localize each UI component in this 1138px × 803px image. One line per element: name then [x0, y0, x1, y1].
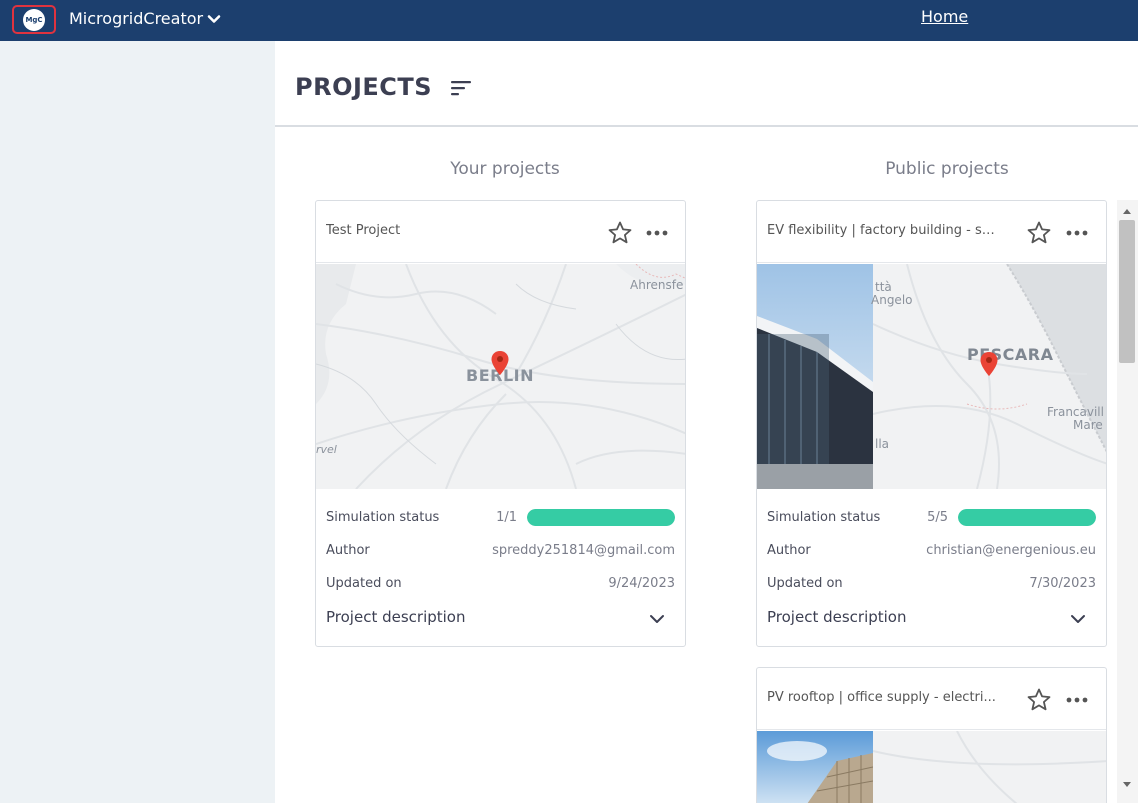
building-photo: [757, 264, 873, 489]
star-outline-icon[interactable]: [1026, 220, 1052, 246]
home-link[interactable]: Home: [921, 7, 968, 26]
project-card-public-2[interactable]: PV rooftop | office supply - electri...: [756, 667, 1107, 803]
app-logo[interactable]: MgC: [12, 5, 56, 34]
map-label-top1: ttà: [875, 280, 892, 294]
card-header: Test Project: [316, 201, 685, 263]
scroll-down-arrow-icon[interactable]: [1122, 781, 1132, 789]
sort-lines-icon[interactable]: [449, 78, 473, 98]
chevron-down-icon[interactable]: [648, 610, 666, 628]
updated-on-label: Updated on: [326, 576, 402, 591]
map-pin-icon: [980, 352, 998, 376]
map-pin-icon: [491, 351, 509, 375]
updated-on-label: Updated on: [767, 576, 843, 591]
star-outline-icon[interactable]: [607, 220, 633, 246]
scrollbar-thumb[interactable]: [1119, 220, 1135, 363]
card-title: Test Project: [326, 223, 401, 238]
card-title: PV rooftop | office supply - electri...: [767, 690, 996, 705]
card-header: EV flexibility | factory building - su..…: [757, 201, 1106, 263]
project-map: BERLIN Ahrensfe rvel: [316, 264, 685, 489]
map-label-right2: Mare: [1073, 418, 1103, 432]
simulation-count: 1/1: [496, 510, 517, 525]
updated-on-value: 9/24/2023: [608, 576, 675, 591]
author-value: christian@energenious.eu: [926, 543, 1096, 558]
card-title: EV flexibility | factory building - su..…: [767, 223, 1002, 238]
scroll-up-arrow-icon[interactable]: [1122, 207, 1132, 215]
more-horizontal-icon[interactable]: [1065, 690, 1089, 710]
map-label-bottom: lla: [875, 437, 890, 451]
star-outline-icon[interactable]: [1026, 687, 1052, 713]
building-photo: [757, 731, 873, 803]
your-projects-heading: Your projects: [450, 159, 560, 179]
simulation-count: 5/5: [927, 510, 948, 525]
project-image-and-map: [757, 731, 1106, 803]
author-value: spreddy251814@gmail.com: [492, 543, 675, 558]
scrollbar[interactable]: [1117, 200, 1138, 803]
top-navbar: MgC MicrogridCreator Home: [0, 0, 1138, 41]
map-label-west: rvel: [316, 443, 337, 456]
simulation-progress-fill: [527, 509, 675, 526]
author-label: Author: [326, 543, 370, 558]
project-image-and-map: PESCARA ttà Angelo Francavill Mare lla: [757, 264, 1106, 489]
project-card-your[interactable]: Test Project BERLIN Ahrensfe rvel Simula…: [315, 200, 686, 647]
author-label: Author: [767, 543, 811, 558]
project-description-toggle[interactable]: Project description: [767, 608, 907, 626]
project-card-public-1[interactable]: EV flexibility | factory building - su..…: [756, 200, 1107, 647]
simulation-status-label: Simulation status: [767, 510, 881, 525]
map-label-top2: Angelo: [871, 293, 913, 307]
updated-on-value: 7/30/2023: [1029, 576, 1096, 591]
simulation-progress-bar: [527, 509, 675, 526]
more-horizontal-icon[interactable]: [645, 223, 669, 243]
project-description-toggle[interactable]: Project description: [326, 608, 466, 626]
page-header: PROJECTS: [275, 45, 1138, 127]
simulation-progress-fill: [958, 509, 1096, 526]
map-label-right1: Francavill: [1047, 405, 1104, 419]
sidebar: [0, 41, 275, 803]
card-header: PV rooftop | office supply - electri...: [757, 668, 1106, 730]
chevron-down-icon: [207, 14, 221, 23]
logo-text: MgC: [25, 15, 43, 24]
app-switcher[interactable]: MicrogridCreator: [69, 9, 221, 28]
simulation-progress-bar: [958, 509, 1096, 526]
more-horizontal-icon[interactable]: [1065, 223, 1089, 243]
simulation-status-label: Simulation status: [326, 510, 440, 525]
chevron-down-icon[interactable]: [1069, 610, 1087, 628]
public-projects-heading: Public projects: [885, 159, 1009, 179]
page-title: PROJECTS: [295, 73, 433, 101]
logo-badge: MgC: [23, 8, 45, 31]
app-name: MicrogridCreator: [69, 9, 204, 28]
map-label-north: Ahrensfe: [630, 278, 684, 292]
